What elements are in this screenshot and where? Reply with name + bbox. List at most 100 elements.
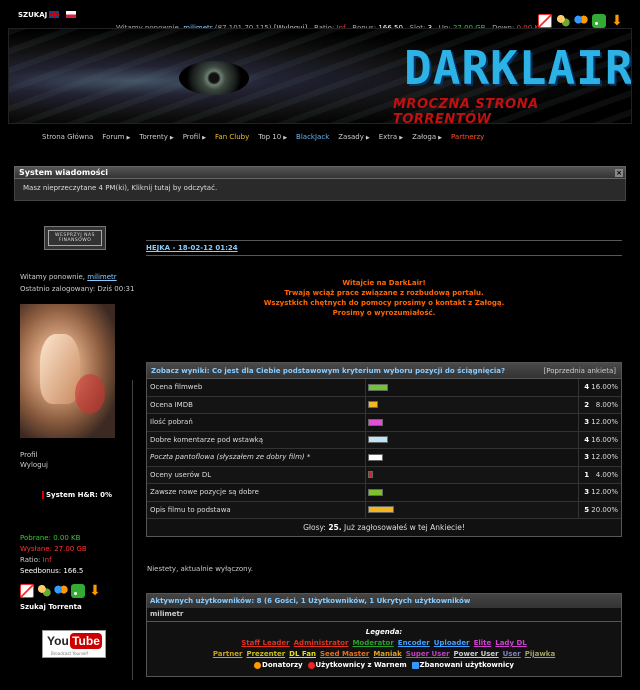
poll-bar [367, 383, 389, 391]
nav-item[interactable]: Torrenty ▶ [139, 133, 173, 141]
legend-rank: Uploader [433, 639, 470, 647]
caret-right-icon: ▶ [169, 135, 174, 141]
avatar [20, 304, 115, 438]
poll-bar-cell [366, 466, 580, 483]
nav-item[interactable]: Top 10 ▶ [258, 133, 287, 141]
site-banner[interactable]: DARKLAIR MROCZNA STRONA TORRENTÓW [8, 28, 632, 124]
english-flag-icon[interactable] [49, 11, 59, 18]
nav-item[interactable]: Fan Cluby [215, 133, 249, 141]
legend-rank: Maniak [373, 650, 402, 658]
nav-item[interactable]: Zasady ▶ [338, 133, 369, 141]
poll-option-row: Opis filmu to podstawa 5 20.00% [147, 501, 621, 519]
poll-option-label: Poczta pantoflowa (słyszałem ze dobry fi… [147, 449, 366, 466]
legend-rank: Lady DL [495, 639, 527, 647]
legend-title: Legenda: [365, 628, 403, 636]
caret-right-icon: ▶ [438, 135, 443, 141]
poll-percent: 12.00% [591, 488, 618, 497]
system-message[interactable]: Masz nieprzeczytane 4 PM(ki), Kliknij tu… [14, 179, 626, 201]
poll-bar-cell [366, 449, 580, 466]
nav-item[interactable]: Partnerzy [451, 133, 484, 141]
polish-flag-icon[interactable] [66, 11, 76, 18]
legend-donors: Donatorzy [262, 661, 303, 669]
sidebar-username-link[interactable]: milimetr [87, 273, 116, 281]
user-stats: Pobrane: 0.00 KB Wysłane: 27.00 GB Ratio… [20, 533, 87, 577]
legend-rank: Elite [473, 639, 492, 647]
previous-poll-label[interactable]: Poprzednia ankieta [546, 367, 613, 375]
poll-option-label: Ocena IMDB [147, 396, 366, 413]
friends-icon[interactable] [556, 14, 570, 28]
uploaded-stat: Wysłane: 27.00 GB [20, 545, 87, 553]
nav-item-label: Profil [182, 133, 201, 141]
poll-option-label: Opis filmu to podstawa [147, 501, 366, 518]
poll-bar [367, 453, 384, 461]
sidebar-welcome: Witamy ponownie, milimetr [20, 273, 117, 281]
legend-rank: Moderator [352, 639, 394, 647]
sidebar-welcome-text: Witamy ponownie, [20, 273, 86, 281]
poll-bar [367, 506, 394, 514]
poll-option-row: Ilość pobrań 3 12.00% [147, 414, 621, 432]
friends-icon[interactable] [37, 584, 51, 598]
profile-link[interactable]: Profil [20, 451, 37, 459]
rss-icon[interactable] [71, 584, 85, 598]
poll-bar [367, 436, 389, 444]
poll-question[interactable]: Zobacz wyniki: Co jest dla Ciebie podsta… [151, 367, 505, 375]
nav-item-label: Fan Cluby [215, 133, 250, 141]
rss-icon[interactable] [592, 14, 606, 28]
download-arrow-icon[interactable]: ⬇ [88, 584, 102, 598]
legend-rank: Pijawka [524, 650, 556, 658]
poll-bar-cell [366, 484, 580, 501]
sidebar-logout-link[interactable]: Wyloguj [20, 461, 48, 469]
news-title[interactable]: HEJKA - 18-02-12 01:24 [146, 244, 238, 252]
users-icon[interactable] [574, 14, 588, 28]
search-link[interactable]: SZUKAJ [18, 11, 47, 19]
nav-item[interactable]: BlackJack [296, 133, 329, 141]
legend-row: Partner Prezenter DL Fan Seed Master Maniak S… [147, 650, 621, 658]
divider [146, 255, 622, 256]
youtube-tube-text: Tube [70, 633, 102, 649]
nav-item[interactable]: Załoga ▶ [412, 133, 442, 141]
online-users-list: milimetr [147, 608, 621, 622]
youtube-slogan: Broadcast Yourself [51, 651, 88, 656]
close-icon[interactable]: × [615, 169, 623, 177]
online-users-box: Aktywnych użytkowników: 8 (6 Gości, 1 Uż… [146, 593, 622, 677]
nav-item-label: Forum [102, 133, 125, 141]
poll-bar [367, 401, 378, 409]
legend-rank: Staff Leader [241, 639, 290, 647]
poll-option-label: Dobre komentarze pod wstawką [147, 431, 366, 448]
previous-poll-link[interactable]: [Poprzednia ankieta] [544, 367, 616, 375]
poll-bar-cell [366, 414, 580, 431]
poll-count: 3 [584, 488, 590, 497]
donate-button[interactable]: WESPRZYJ NAS FINANSOWO [44, 226, 106, 250]
mail-icon[interactable] [20, 584, 34, 598]
poll-option-row: Poczta pantoflowa (słyszałem ze dobry fi… [147, 449, 621, 467]
online-user-link[interactable]: milimetr [150, 610, 183, 618]
unread-pm-link[interactable]: Masz nieprzeczytane 4 PM(ki), Kliknij tu… [23, 184, 217, 192]
system-messages-header: System wiadomości × [14, 166, 626, 179]
download-arrow-icon[interactable]: ⬇ [610, 14, 624, 28]
legend-rank: User [502, 650, 521, 658]
poll-bar-cell [366, 396, 580, 413]
nav-item-label: BlackJack [296, 133, 330, 141]
nav-item[interactable]: Profil ▶ [183, 133, 206, 141]
poll-count: 3 [584, 418, 590, 427]
search-torrent-link[interactable]: Szukaj Torrenta [20, 603, 82, 611]
legend-row: Staff Leader Administrator Moderator Encode… [147, 639, 621, 647]
youtube-logo[interactable]: You Tube Broadcast Yourself [42, 630, 106, 658]
poll-footer: Głosy: 25. Już zagłosowałeś w tej Ankiec… [147, 519, 621, 536]
poll-bar-cell [366, 431, 580, 448]
sidebar-ratio-value: Inf [42, 556, 52, 564]
poll-box: Zobacz wyniki: Co jest dla Ciebie podsta… [146, 362, 622, 537]
legend-rank: Seed Master [319, 650, 370, 658]
nav-item[interactable]: Extra ▶ [379, 133, 403, 141]
nav-item[interactable]: Forum ▶ [102, 133, 130, 141]
hr-system-status: System H&R: 0% [42, 491, 112, 499]
youtube-you-text: You [47, 634, 69, 648]
users-icon[interactable] [54, 584, 68, 598]
poll-bar-cell [366, 379, 580, 396]
system-messages-box: System wiadomości × Masz nieprzeczytane … [14, 166, 626, 201]
mail-icon[interactable] [538, 14, 552, 28]
legend-warned: Użytkownicy z Warnem [315, 661, 407, 669]
poll-bar [367, 488, 384, 496]
nav-item[interactable]: Strona Główna [42, 133, 93, 141]
donate-label: WESPRZYJ NAS FINANSOWO [48, 230, 102, 246]
